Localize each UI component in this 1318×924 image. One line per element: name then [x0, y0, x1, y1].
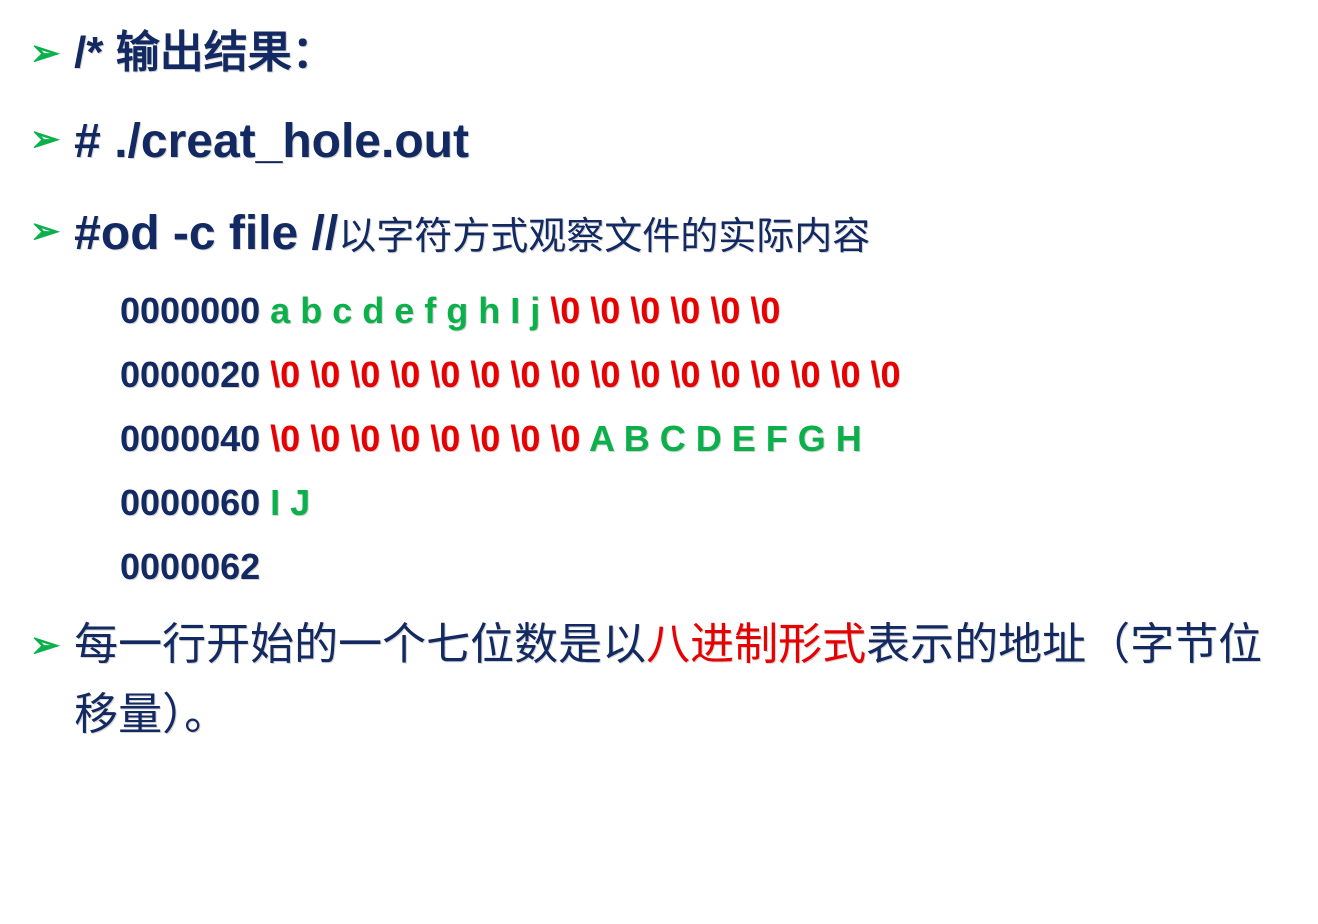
hex-addr: 0000062 — [120, 546, 260, 587]
hex-data-red: \0 \0 \0 \0 \0 \0 \0 \0 \0 \0 \0 \0 \0 \… — [270, 354, 900, 395]
line-1-text: /* 输出结果： — [74, 20, 336, 86]
hex-data-red: \0 \0 \0 \0 \0 \0 — [540, 290, 780, 331]
bullet-arrow-icon: ➢ — [30, 112, 60, 166]
hex-data-red: \0 \0 \0 \0 \0 \0 \0 \0 — [270, 418, 580, 459]
final-red: 八进制形式 — [646, 620, 866, 669]
line-3-command: #od -c file // — [74, 207, 338, 260]
bullet-arrow-icon: ➢ — [30, 204, 60, 258]
hex-addr: 0000060 — [120, 482, 260, 523]
line-3-comment: 以字符方式观察文件的实际内容 — [338, 216, 870, 258]
bullet-line-1: ➢ /* 输出结果： — [30, 20, 1288, 86]
bullet-arrow-icon: ➢ — [30, 26, 60, 80]
hex-data-green: A B C D E F G H — [580, 418, 861, 459]
bullet-line-final: ➢ 每一行开始的一个七位数是以八进制形式表示的地址（字节位移量）。 — [30, 610, 1288, 751]
hex-data-green: a b c d e f g h I j — [270, 290, 540, 331]
line-3-content: #od -c file //以字符方式观察文件的实际内容 — [74, 198, 870, 270]
hex-addr: 0000000 — [120, 290, 260, 331]
hex-addr: 0000020 — [120, 354, 260, 395]
hex-addr: 0000040 — [120, 418, 260, 459]
line-2-command: # ./creat_hole.out — [74, 106, 469, 178]
hex-data-green: I J — [270, 482, 310, 523]
hex-row-5: 0000062 — [120, 546, 1288, 588]
hex-dump-block: 0000000 a b c d e f g h I j \0 \0 \0 \0 … — [120, 290, 1288, 588]
hex-row-1: 0000000 a b c d e f g h I j \0 \0 \0 \0 … — [120, 290, 1288, 332]
hex-row-3: 0000040 \0 \0 \0 \0 \0 \0 \0 \0 A B C D … — [120, 418, 1288, 460]
bullet-line-2: ➢ # ./creat_hole.out — [30, 106, 1288, 178]
bullet-arrow-icon: ➢ — [30, 616, 60, 674]
hex-row-2: 0000020 \0 \0 \0 \0 \0 \0 \0 \0 \0 \0 \0… — [120, 354, 1288, 396]
hex-row-4: 0000060 I J — [120, 482, 1288, 524]
final-text: 每一行开始的一个七位数是以八进制形式表示的地址（字节位移量）。 — [74, 610, 1288, 751]
bullet-line-3: ➢ #od -c file //以字符方式观察文件的实际内容 — [30, 198, 1288, 270]
final-part1: 每一行开始的一个七位数是以 — [74, 620, 646, 669]
